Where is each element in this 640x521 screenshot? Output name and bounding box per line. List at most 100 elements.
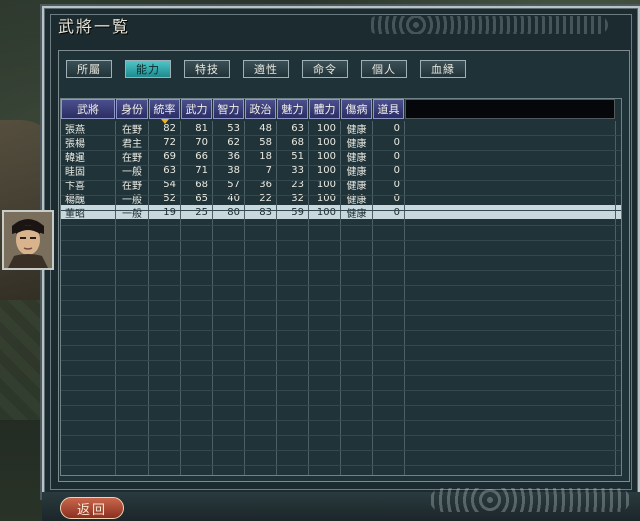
cell-charisma: 68 (291, 136, 304, 148)
cell-intelligence: 80 (227, 206, 240, 218)
cell-officer: 韓暹 (65, 152, 85, 164)
cell-leadership: 19 (163, 206, 176, 218)
grid-line-vertical (404, 121, 405, 475)
grid-line-horizontal (61, 420, 621, 421)
tab-ability[interactable]: 能力 (125, 60, 171, 78)
header-items[interactable]: 道具 (373, 99, 404, 119)
grid-line-vertical (615, 121, 616, 475)
grid-line-horizontal (61, 405, 621, 406)
grid-line-horizontal (61, 360, 621, 361)
grid-line-horizontal (61, 165, 621, 166)
header-politics[interactable]: 政治 (245, 99, 276, 119)
cell-rank: 君主 (122, 138, 142, 150)
grid-line-horizontal (61, 450, 621, 451)
back-button[interactable]: 返回 (60, 497, 124, 519)
grid-line-horizontal (61, 255, 621, 256)
table-row[interactable]: 韓暹 在野 69 66 36 18 51 100 健康 0 (61, 149, 621, 164)
grid-line-horizontal (61, 270, 621, 271)
table-row[interactable]: 張燕 在野 82 81 53 48 63 100 健康 0 (61, 121, 621, 136)
header-officer[interactable]: 武將 (61, 99, 115, 119)
grid-line-horizontal (61, 195, 621, 196)
tab-personal[interactable]: 個人 (361, 60, 407, 78)
grid-line-vertical (148, 121, 149, 475)
cell-politics: 18 (259, 150, 272, 162)
header-intelligence[interactable]: 智力 (213, 99, 244, 119)
table-row[interactable]: 楊醜 一般 52 65 40 22 32 100 健康 0 (61, 191, 621, 206)
cell-charisma: 63 (291, 122, 304, 134)
grid-line-horizontal (61, 300, 621, 301)
cell-vitality: 100 (316, 150, 336, 162)
officer-portrait (2, 210, 54, 270)
officer-table: 武將 身份 統率 武力 智力 政治 魅力 體力 傷病 道具 張燕 在野 82 81 53… (60, 98, 622, 476)
grid-line-horizontal (61, 285, 621, 286)
cell-injury: 健康 (346, 194, 367, 206)
header-vitality[interactable]: 體力 (309, 99, 340, 119)
grid-line-horizontal (61, 240, 621, 241)
header-war[interactable]: 武力 (181, 99, 212, 119)
portrait-image (4, 212, 52, 268)
table-header: 武將 身份 統率 武力 智力 政治 魅力 體力 傷病 道具 (61, 99, 616, 124)
tab-skills[interactable]: 特技 (184, 60, 230, 78)
cell-politics: 22 (259, 192, 272, 204)
cell-politics: 48 (259, 122, 272, 134)
cell-charisma: 32 (291, 192, 304, 204)
cell-politics: 83 (259, 206, 272, 218)
grid-line-horizontal (61, 330, 621, 331)
cell-vitality: 100 (316, 192, 336, 204)
grid-line-vertical (180, 121, 181, 475)
cell-vitality: 100 (316, 206, 336, 218)
tab-kinship[interactable]: 血縁 (420, 60, 466, 78)
cell-war: 81 (195, 122, 208, 134)
grid-line-horizontal (61, 180, 621, 181)
cloud-ornament-bottom (430, 488, 630, 512)
cell-intelligence: 53 (227, 122, 240, 134)
cell-items: 0 (393, 192, 400, 204)
cell-politics: 58 (259, 136, 272, 148)
grid-line-vertical (308, 121, 309, 475)
cell-items: 0 (393, 136, 400, 148)
cell-intelligence: 62 (227, 136, 240, 148)
table-row-selected[interactable]: 董昭 一般 19 25 80 83 59 100 健康 0 (61, 205, 621, 220)
tab-orders[interactable]: 命令 (302, 60, 348, 78)
cell-war: 70 (195, 136, 208, 148)
grid-line-vertical (372, 121, 373, 475)
header-leadership-label: 統率 (153, 103, 176, 116)
cell-officer: 張楊 (65, 138, 85, 150)
grid-line-horizontal (61, 345, 621, 346)
title-bar: 武將一覧 (58, 10, 618, 40)
cell-war: 66 (195, 150, 208, 162)
table-row[interactable]: 張楊 君主 72 70 62 58 68 100 健康 0 (61, 135, 621, 150)
grid-line-horizontal (61, 465, 621, 466)
grid-line-vertical (340, 121, 341, 475)
cloud-ornament (368, 16, 608, 34)
grid-line-vertical (212, 121, 213, 475)
grid-line-vertical (276, 121, 277, 475)
cell-leadership: 82 (163, 122, 176, 134)
header-charisma[interactable]: 魅力 (277, 99, 308, 119)
cell-officer: 董昭 (65, 208, 85, 220)
cell-injury: 健康 (346, 138, 367, 150)
cell-items: 0 (393, 122, 400, 134)
grid-line-horizontal (61, 210, 621, 211)
cell-intelligence: 40 (227, 192, 240, 204)
header-injury[interactable]: 傷病 (341, 99, 372, 119)
tab-affiliation[interactable]: 所屬 (66, 60, 112, 78)
cell-rank: 一般 (122, 208, 142, 220)
header-rank[interactable]: 身份 (116, 99, 148, 119)
grid-line-horizontal (61, 375, 621, 376)
cell-injury: 健康 (346, 152, 367, 164)
grid-line-horizontal (61, 390, 621, 391)
cell-items: 0 (393, 206, 400, 218)
cell-war: 25 (195, 206, 208, 218)
cell-items: 0 (393, 150, 400, 162)
tab-bar: 所屬 能力 特技 適性 命令 個人 血縁 (66, 60, 466, 78)
grid-line-vertical (115, 121, 116, 475)
grid-line-horizontal (61, 135, 621, 136)
cell-injury: 健康 (346, 124, 367, 136)
tab-aptitude[interactable]: 適性 (243, 60, 289, 78)
cell-rank: 在野 (122, 124, 142, 136)
grid-line-horizontal (61, 435, 621, 436)
cell-leadership: 52 (163, 192, 176, 204)
grid-line-vertical (244, 121, 245, 475)
header-leadership[interactable]: 統率 (149, 99, 180, 124)
